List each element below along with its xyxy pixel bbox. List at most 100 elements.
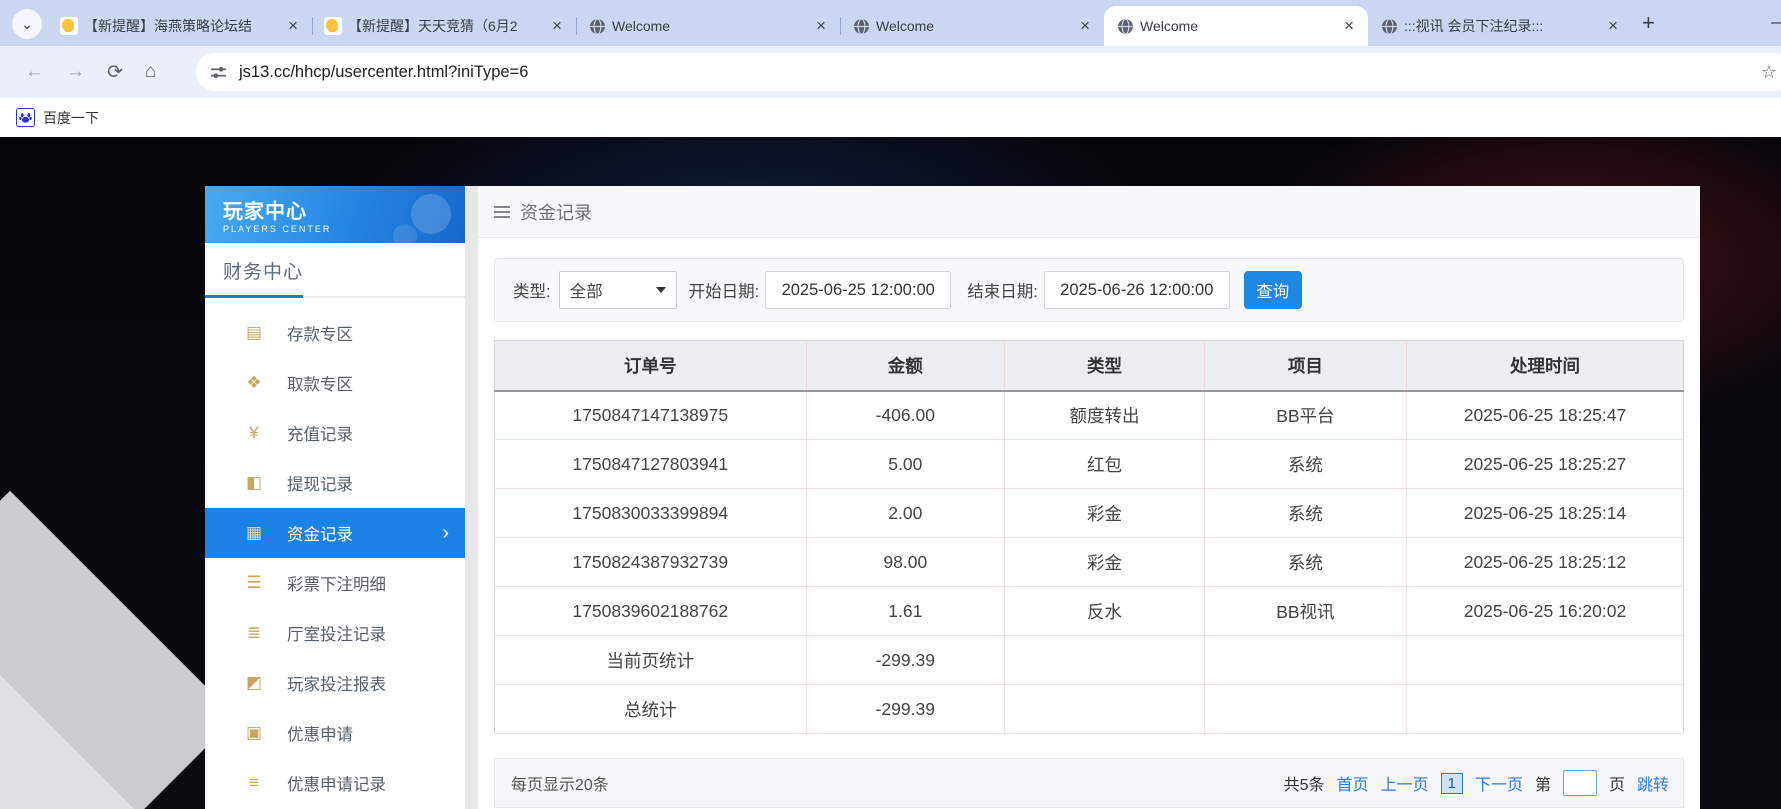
tab-close-icon[interactable]: ×: [812, 16, 830, 36]
url-text[interactable]: js13.cc/hhcp/usercenter.html?iniType=6: [239, 63, 1761, 82]
reload-icon[interactable]: ⟳: [107, 61, 123, 84]
main-header: 资金记录: [478, 186, 1700, 238]
new-tab-button[interactable]: +: [1642, 10, 1655, 36]
sidebar-item-label: 资金记录: [287, 521, 353, 545]
browser-tab[interactable]: :::视讯 会员下注纪录:::×: [1368, 6, 1632, 46]
table-cell: 98.00: [806, 538, 1005, 587]
withdraw-hand-icon: ❖: [243, 373, 265, 393]
recharge-moneybag-icon: ¥: [243, 423, 265, 443]
tab-close-icon[interactable]: ×: [284, 16, 302, 36]
sidebar-menu: ▤存款专区›❖取款专区›¥充值记录›◧提现记录›▦资金记录›☰彩票下注明细›≣厅…: [205, 308, 465, 808]
table-row: 17508471278039415.00红包系统2025-06-25 18:25…: [495, 440, 1684, 489]
sidebar-item-label: 优惠申请: [287, 721, 353, 745]
menu-toggle-icon[interactable]: [494, 206, 510, 218]
tab-close-icon[interactable]: ×: [1604, 16, 1622, 36]
prev-page-link[interactable]: 上一页: [1381, 771, 1429, 795]
type-select[interactable]: 全部: [559, 271, 677, 309]
next-page-link[interactable]: 下一页: [1475, 771, 1523, 795]
table-row: 17508300333998942.00彩金系统2025-06-25 18:25…: [495, 489, 1684, 538]
first-page-link[interactable]: 首页: [1337, 771, 1369, 795]
chevron-down-icon: [656, 287, 666, 293]
page-background: 玩家中心 PLAYERS CENTER 财务中心 ▤存款专区›❖取款专区›¥充值…: [0, 137, 1781, 809]
sidebar-item-优惠申请[interactable]: ▣优惠申请›: [205, 708, 465, 758]
browser-tab[interactable]: 【新提醒】天天竞猜（6月2 ×: [312, 6, 576, 46]
sidebar-item-充值记录[interactable]: ¥充值记录›: [205, 408, 465, 458]
globe-favicon-icon: [1116, 17, 1134, 35]
start-date-label: 开始日期:: [689, 278, 760, 302]
browser-toolbar: ← → ⟳ ⌂ js13.cc/hhcp/usercenter.html?ini…: [0, 46, 1781, 98]
back-icon[interactable]: ←: [25, 61, 44, 83]
forward-icon[interactable]: →: [66, 61, 85, 83]
browser-tab[interactable]: Welcome ×: [576, 6, 840, 46]
chevron-down-icon: ⌄: [21, 16, 33, 33]
tab-title: 【新提醒】天天竞猜（6月2: [348, 16, 542, 36]
sidebar-item-资金记录[interactable]: ▦资金记录›: [205, 508, 465, 558]
jump-button[interactable]: 跳转: [1637, 771, 1669, 795]
table-cell: 2.00: [806, 489, 1005, 538]
table-cell: 彩金: [1005, 489, 1205, 538]
jump-label-post: 页: [1609, 771, 1625, 795]
finance-section-title: 财务中心: [205, 257, 465, 284]
hall-bet-icon: ≣: [243, 623, 265, 643]
browser-tab[interactable]: Welcome ×: [840, 6, 1104, 46]
browser-tab[interactable]: Welcome×: [1104, 6, 1368, 46]
tab-close-icon[interactable]: ×: [1340, 16, 1358, 36]
globe-favicon-icon: [852, 17, 870, 35]
sidebar-item-优惠申请记录[interactable]: ≡优惠申请记录›: [205, 758, 465, 808]
end-date-label: 结束日期:: [967, 278, 1038, 302]
sidebar-item-玩家投注报表[interactable]: ◩玩家投注报表›: [205, 658, 465, 708]
sidebar: 玩家中心 PLAYERS CENTER 财务中心 ▤存款专区›❖取款专区›¥充值…: [205, 186, 465, 809]
end-date-input[interactable]: [1044, 271, 1230, 309]
tab-title: Welcome: [612, 18, 806, 34]
sidebar-item-厅室投注记录[interactable]: ≣厅室投注记录›: [205, 608, 465, 658]
tab-close-icon[interactable]: ×: [1076, 16, 1094, 36]
sidebar-item-label: 优惠申请记录: [287, 771, 386, 795]
pager: 共5条 首页 上一页 1 下一页 第 页 跳转: [1284, 770, 1669, 796]
browser-window: ⌄ 【新提醒】海燕策略论坛结×【新提醒】天天竞猜（6月2×Welcome×Wel…: [0, 0, 1781, 137]
sidebar-item-取款专区[interactable]: ❖取款专区›: [205, 358, 465, 408]
address-bar[interactable]: js13.cc/hhcp/usercenter.html?iniType=6 ☆: [196, 53, 1781, 91]
table-cell: -406.00: [806, 391, 1005, 440]
browser-tab[interactable]: 【新提醒】海燕策略论坛结×: [48, 6, 312, 46]
minimize-button[interactable]: —: [1771, 14, 1781, 32]
site-settings-icon[interactable]: [210, 64, 227, 81]
jump-page-input[interactable]: [1563, 770, 1597, 796]
pagination-bar: 每页显示20条 共5条 首页 上一页 1 下一页 第 页 跳转: [494, 758, 1684, 808]
bookmark-star-icon[interactable]: ☆: [1761, 62, 1777, 83]
filter-bar: 类型: 全部 开始日期: 结束日期: 查询: [494, 258, 1684, 322]
sidebar-item-label: 提现记录: [287, 471, 353, 495]
chevron-right-icon: ›: [442, 522, 449, 545]
sidebar-item-彩票下注明细[interactable]: ☰彩票下注明细›: [205, 558, 465, 608]
chat-bubble-favicon-icon: [60, 17, 78, 35]
table-header-cell: 项目: [1204, 341, 1406, 391]
sidebar-item-label: 玩家投注报表: [287, 671, 386, 695]
table-cell: 2025-06-25 16:20:02: [1406, 587, 1683, 636]
promo-apply-icon: ▣: [243, 723, 265, 743]
sidebar-item-提现记录[interactable]: ◧提现记录›: [205, 458, 465, 508]
sidebar-item-存款专区[interactable]: ▤存款专区›: [205, 308, 465, 358]
tab-close-icon[interactable]: ×: [548, 16, 566, 36]
tab-strip: ⌄ 【新提醒】海燕策略论坛结×【新提醒】天天竞猜（6月2×Welcome×Wel…: [0, 0, 1781, 46]
type-select-value: 全部: [570, 278, 603, 302]
bookmarks-bar: 百度一下: [0, 98, 1781, 137]
table-row: 当前页统计-299.39: [495, 636, 1684, 685]
table-cell: 1750847127803941: [495, 440, 807, 489]
table-head: 订单号金额类型项目处理时间: [495, 341, 1684, 391]
bookmark-item[interactable]: 百度一下: [43, 108, 99, 128]
table-cell: 彩金: [1005, 538, 1205, 587]
table-cell: 当前页统计: [495, 636, 807, 685]
tab-search-button[interactable]: ⌄: [12, 9, 42, 39]
table-cell: BB平台: [1204, 391, 1406, 440]
start-date-input[interactable]: [765, 271, 951, 309]
home-icon[interactable]: ⌂: [145, 61, 156, 83]
tab-title: Welcome: [876, 18, 1070, 34]
table-cell: BB视讯: [1204, 587, 1406, 636]
table-cell: [1005, 636, 1205, 685]
table-cell: -299.39: [806, 685, 1005, 734]
table-cell: [1005, 685, 1205, 734]
search-button[interactable]: 查询: [1244, 271, 1302, 309]
table-header-cell: 处理时间: [1406, 341, 1683, 391]
current-page-badge[interactable]: 1: [1441, 773, 1463, 794]
sidebar-item-label: 取款专区: [287, 371, 353, 395]
jump-label-pre: 第: [1535, 771, 1551, 795]
